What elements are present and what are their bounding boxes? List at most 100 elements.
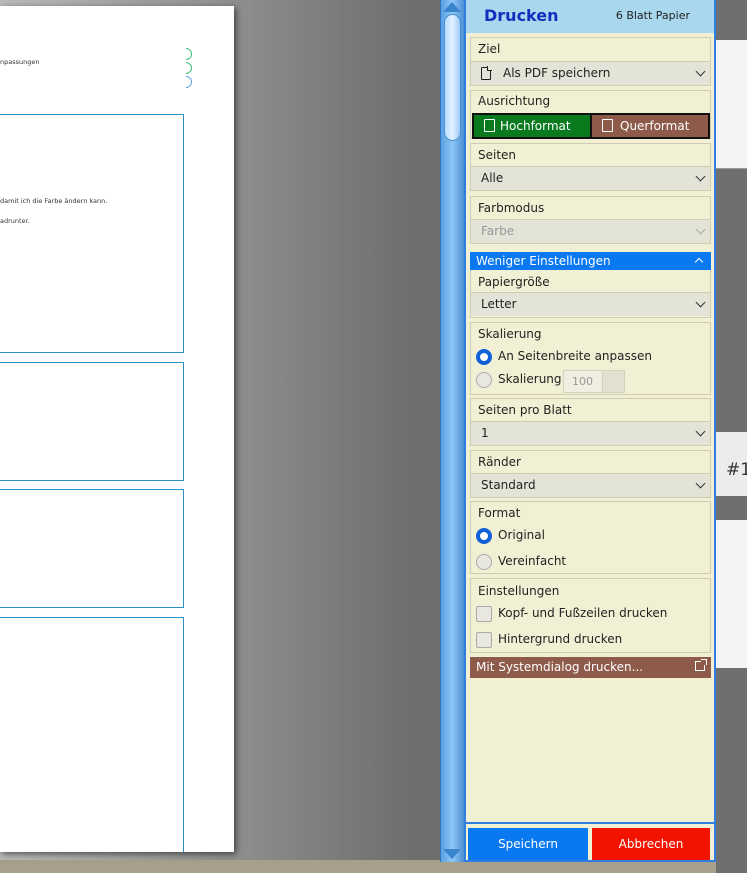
color-mode-group: Farbmodus Farbe (470, 196, 711, 244)
pages-per-sheet-label: Seiten pro Blatt (478, 403, 572, 417)
print-panel: Drucken 6 Blatt Papier Ziel Als PDF spei… (464, 0, 716, 862)
target-label: Ziel (478, 42, 501, 56)
background-app: #1 (716, 0, 747, 873)
landscape-label: Querformat (620, 119, 690, 133)
save-button[interactable]: Speichern (468, 828, 588, 860)
portrait-page-icon (484, 119, 495, 132)
custom-scaling-radio[interactable] (476, 372, 492, 388)
preview-card (0, 617, 184, 852)
fewer-settings-toggle[interactable]: Weniger Einstellungen (470, 252, 711, 270)
chevron-down-icon (695, 66, 706, 77)
sheet-count: 6 Blatt Papier (615, 9, 690, 22)
chevron-down-icon (695, 224, 706, 235)
chevron-down-icon (695, 426, 706, 437)
target-value: Als PDF speichern (503, 66, 611, 80)
headers-footers-option[interactable]: Kopf- und Fußzeilen drucken (471, 602, 710, 626)
background-label: Hintergrund drucken (498, 632, 623, 646)
fit-width-label: An Seitenbreite anpassen (498, 349, 652, 363)
headers-footers-checkbox[interactable] (476, 606, 492, 622)
divider (716, 168, 747, 169)
document-icon (481, 66, 492, 80)
portrait-label: Hochformat (500, 119, 571, 133)
system-dialog-label: Mit Systemdialog drucken... (476, 660, 644, 674)
color-mode-label: Farbmodus (478, 201, 545, 215)
margins-label: Ränder (478, 455, 521, 469)
color-mode-value: Farbe (481, 224, 515, 238)
margins-select[interactable]: Standard (471, 473, 710, 497)
fit-width-radio[interactable] (476, 349, 492, 365)
format-original-radio[interactable] (476, 528, 492, 544)
paper-size-label: Papiergröße (478, 275, 550, 289)
preview-circle-icon (177, 73, 195, 91)
preview-card (0, 362, 184, 481)
paper-size-group: Papiergröße Letter (470, 270, 711, 318)
scaling-group: Skalierung An Seitenbreite anpassen Skal… (470, 322, 711, 395)
stepper-down-button (602, 381, 624, 392)
custom-scaling-label: Skalierung (498, 372, 562, 386)
pages-select[interactable]: Alle (471, 166, 710, 190)
headers-footers-label: Kopf- und Fußzeilen drucken (498, 606, 668, 620)
scrollbar[interactable] (440, 0, 464, 862)
format-simplified-option[interactable]: Vereinfacht (471, 550, 710, 574)
settings-group: Einstellungen Kopf- und Fußzeilen drucke… (470, 578, 711, 653)
background-app-label: #1 (726, 460, 747, 480)
format-original-option[interactable]: Original (471, 524, 710, 548)
fewer-settings-label: Weniger Einstellungen (476, 254, 611, 268)
orientation-label: Ausrichtung (478, 94, 551, 108)
scroll-down-arrow-icon[interactable] (443, 849, 461, 859)
background-app-panel (716, 520, 747, 668)
pages-per-sheet-value: 1 (481, 426, 489, 440)
chevron-down-icon (695, 478, 706, 489)
scaling-value: 100 (572, 375, 593, 388)
scaling-stepper: 100 (563, 370, 625, 393)
paper-size-select[interactable]: Letter (471, 292, 710, 316)
chevron-up-icon (694, 257, 704, 267)
custom-scaling-option[interactable]: Skalierung 100 (471, 368, 710, 393)
format-simplified-label: Vereinfacht (498, 554, 567, 568)
orientation-group: Ausrichtung Hochformat Querformat (470, 90, 711, 139)
margins-group: Ränder Standard (470, 450, 711, 498)
external-link-icon (695, 659, 707, 671)
background-option[interactable]: Hintergrund drucken (471, 628, 710, 652)
preview-circle-icon (177, 59, 195, 77)
format-group: Format Original Vereinfacht (470, 501, 711, 574)
format-label: Format (478, 506, 521, 520)
margins-value: Standard (481, 478, 536, 492)
print-preview-page: npassungen damit ich die Farbe ändern ka… (0, 6, 234, 852)
background-app-panel (716, 40, 747, 168)
pages-group: Seiten Alle (470, 143, 711, 191)
preview-text: npassungen (0, 58, 40, 66)
panel-footer: Speichern Abbrechen (466, 822, 714, 860)
pages-per-sheet-group: Seiten pro Blatt 1 (470, 398, 711, 446)
paper-size-value: Letter (481, 297, 517, 311)
landscape-page-icon (602, 119, 613, 132)
chevron-down-icon (695, 171, 706, 182)
pages-per-sheet-select[interactable]: 1 (471, 421, 710, 445)
landscape-button[interactable]: Querformat (592, 115, 708, 137)
preview-card (0, 114, 184, 353)
color-mode-select: Farbe (471, 219, 710, 243)
preview-card (0, 489, 184, 608)
panel-title: Drucken (484, 6, 559, 25)
panel-header: Drucken 6 Blatt Papier (466, 0, 714, 33)
pages-label: Seiten (478, 148, 517, 162)
preview-text: damit ich die Farbe ändern kann. (0, 197, 108, 205)
format-simplified-radio[interactable] (476, 554, 492, 570)
settings-label: Einstellungen (478, 584, 560, 598)
cancel-button[interactable]: Abbrechen (592, 828, 710, 860)
scroll-thumb[interactable] (444, 14, 461, 141)
preview-circle-icon (177, 45, 195, 63)
format-original-label: Original (498, 528, 545, 542)
target-select[interactable]: Als PDF speichern (471, 61, 710, 85)
scaling-label: Skalierung (478, 327, 542, 341)
scroll-up-arrow-icon[interactable] (443, 2, 461, 12)
fit-width-option[interactable]: An Seitenbreite anpassen (471, 345, 710, 369)
orientation-toggle: Hochformat Querformat (472, 113, 710, 139)
chevron-down-icon (695, 297, 706, 308)
pages-value: Alle (481, 171, 504, 185)
portrait-button[interactable]: Hochformat (474, 115, 590, 137)
preview-text: adrunter. (0, 217, 30, 225)
system-dialog-button[interactable]: Mit Systemdialog drucken... (470, 657, 711, 678)
target-group: Ziel Als PDF speichern (470, 37, 711, 86)
background-checkbox[interactable] (476, 632, 492, 648)
